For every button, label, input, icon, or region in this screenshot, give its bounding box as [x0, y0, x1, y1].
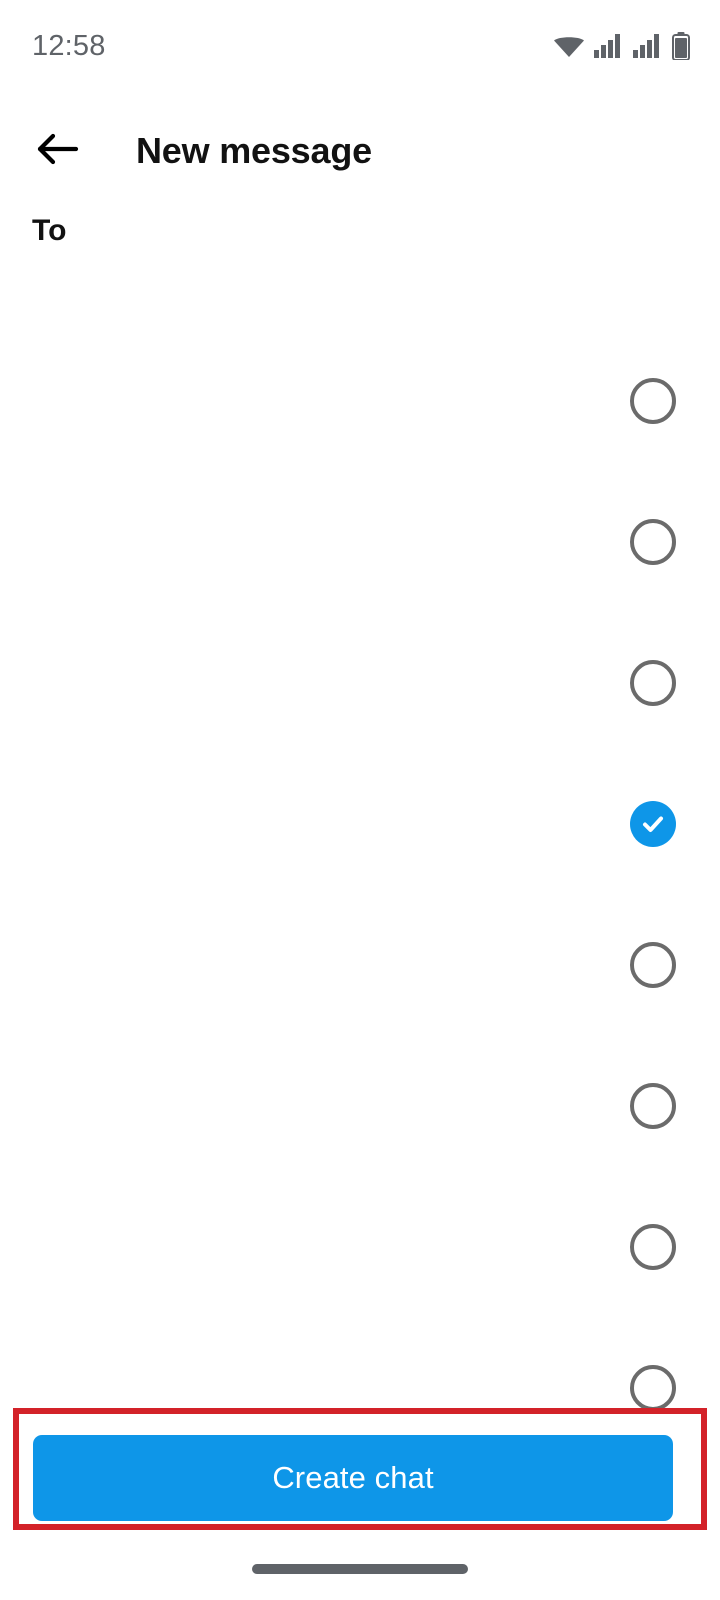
contact-row[interactable] [0, 612, 720, 753]
back-arrow-icon [36, 127, 80, 176]
radio-circle-icon[interactable] [630, 941, 676, 988]
contact-row[interactable] [0, 330, 720, 471]
back-button[interactable] [10, 103, 106, 199]
contact-text [0, 1384, 630, 1392]
contact-text [0, 397, 630, 405]
app-bar: New message [0, 96, 720, 206]
radio-circle-icon[interactable] [630, 377, 676, 424]
contact-row[interactable] [0, 753, 720, 894]
home-indicator[interactable] [252, 1564, 468, 1574]
radio-circle-icon[interactable] [630, 1223, 676, 1270]
status-bar-clock: 12:58 [32, 29, 106, 62]
contact-row[interactable] [0, 894, 720, 1035]
contact-row[interactable] [0, 471, 720, 612]
contact-text [0, 1243, 630, 1251]
contact-text [0, 961, 630, 969]
radio-circle-icon[interactable] [630, 518, 676, 565]
page-title: New message [136, 130, 372, 171]
create-chat-button[interactable]: Create chat [33, 1435, 673, 1521]
contact-text [0, 820, 630, 828]
contact-row[interactable] [0, 1035, 720, 1176]
radio-circle-icon[interactable] [630, 659, 676, 706]
status-bar-icons [553, 32, 690, 60]
radio-circle-icon[interactable] [630, 1082, 676, 1129]
contact-row[interactable] [0, 1176, 720, 1317]
contact-text [0, 538, 630, 546]
contact-list[interactable] [0, 330, 720, 1490]
to-label: To [32, 214, 67, 247]
check-icon[interactable] [630, 800, 676, 847]
signal-icon-sim1 [594, 34, 624, 58]
contact-text [0, 679, 630, 687]
recipient-field-row[interactable]: To [0, 198, 720, 264]
recipient-input[interactable] [80, 203, 720, 259]
phone-screen: 12:58 New message To Create chat [0, 0, 720, 1600]
contact-text [0, 1102, 630, 1110]
signal-icon-sim2 [633, 34, 663, 58]
radio-circle-icon[interactable] [630, 1364, 676, 1411]
bottom-action-bar: Create chat [0, 1408, 720, 1530]
status-bar: 12:58 [0, 0, 720, 92]
wifi-icon [553, 34, 585, 58]
battery-icon [672, 32, 690, 60]
